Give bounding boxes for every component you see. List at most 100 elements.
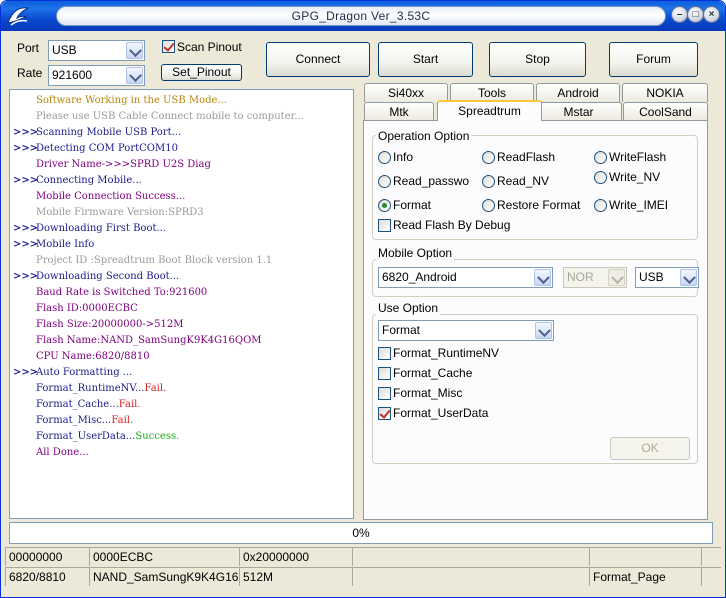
status-cell: 00000000 [5,547,89,566]
chevron-down-icon [608,269,625,286]
radio-info[interactable] [378,151,391,164]
status-cell: Format_Page [589,567,701,586]
radio-readflash-label: ReadFlash [497,150,556,164]
mobile-model-select[interactable]: 6820_Android [378,267,553,288]
log-line-prefix: >>> [13,175,39,186]
log-line-text: Connecting Mobile... [36,175,142,186]
start-button[interactable]: Start [378,42,473,77]
progress-text: 0% [352,526,370,540]
log-line-text: Auto Formatting ... [36,367,132,378]
format-misc-checkbox[interactable] [378,387,391,400]
dragon-logo-icon [7,7,30,26]
log-line-prefix: >>> [13,143,39,154]
log-line-prefix: >>> [13,239,39,250]
format-userdata-checkbox[interactable] [378,407,391,420]
status-cell: NAND_SamSungK9K4G16Q( [89,567,239,586]
log-line-text: All Done... [36,447,89,458]
radio-write-imei[interactable] [594,199,607,212]
log-line-text: Please use USB Cable Connect mobile to c… [36,111,304,122]
log-line-message: Mobile Info [36,239,95,250]
log-line-result: Fail. [118,399,141,410]
port-select[interactable]: USB [48,40,145,61]
log-line-text: Flash Name:NAND_SamSungK9K4G16QOM [36,335,262,346]
maximize-button[interactable]: □ [687,6,704,23]
chevron-down-icon[interactable] [680,269,697,286]
log-line-result: Success. [135,431,180,442]
log-line-text: Format_Misc...Fail. [36,415,133,426]
radio-format[interactable] [378,199,391,212]
format-cache-checkbox[interactable] [378,367,391,380]
log-line-message: Flash Size:20000000->512M [36,319,184,330]
scan-pinout-checkbox[interactable] [162,40,175,53]
log-line-text: Mobile Firmware Version:SPRD3 [36,207,204,218]
log-line-text: CPU Name:6820/8810 [36,351,150,362]
read-flash-by-debug-label: Read Flash By Debug [393,218,511,232]
radio-info-label: Info [393,150,414,164]
stop-button[interactable]: Stop [489,42,586,77]
tab-mstar[interactable]: Mstar [535,102,622,120]
log-line-message: Scanning Mobile USB Port... [36,127,182,138]
log-line-message: Format_Cache... [36,399,119,410]
log-line-text: Downloading First Boot... [36,223,166,234]
status-row-1: 00000000 0000ECBC 0x20000000 [5,547,721,566]
log-line-result: Fail. [144,383,167,394]
status-row-2: 6820/8810 NAND_SamSungK9K4G16Q( 512M For… [5,567,721,586]
use-mode-select[interactable]: Format [378,320,554,341]
radio-read-password[interactable] [378,175,391,188]
log-line-message: Driver Name->>>SPRD U2S Diag [36,159,211,170]
log-line-message: Downloading First Boot... [36,223,167,234]
status-cell: 6820/8810 [5,567,89,586]
status-cell [701,547,721,566]
status-cell [589,547,701,566]
tab-nokia[interactable]: NOKIA [622,83,708,102]
connect-button[interactable]: Connect [266,42,370,77]
format-runtimenv-checkbox[interactable] [378,347,391,360]
log-line-message: Downloading Second Boot... [36,271,180,282]
log-line-message: Format_Misc... [36,415,112,426]
use-mode-value: Format [382,323,421,337]
chevron-down-icon[interactable] [126,67,143,84]
log-line-message: Format_RuntimeNV... [36,383,145,394]
log-line-message: Software Working in the USB Mode... [36,95,227,106]
radio-restore-format[interactable] [482,199,495,212]
log-line-result: Fail. [111,415,134,426]
tab-coolsand[interactable]: CoolSand [623,102,708,120]
set-pinout-button[interactable]: Set_Pinout [161,64,242,81]
tab-spreadtrum[interactable]: Spreadtrum [437,100,542,121]
status-cell: 512M [239,567,352,586]
log-line-text: Project ID :Spreadtrum Boot Block versio… [36,255,272,266]
radio-writeflash-label: WriteFlash [609,150,667,164]
chevron-down-icon[interactable] [126,42,143,59]
log-line-message: Detecting COM PortCOM10 [36,143,178,154]
tab-android[interactable]: Android [536,83,620,102]
log-output[interactable]: Software Working in the USB Mode... Pleas… [9,89,354,519]
radio-writeflash[interactable] [594,151,607,164]
log-line-prefix: >>> [13,367,39,378]
operation-option-legend: Operation Option [376,129,472,143]
interface-select[interactable]: USB [635,267,699,288]
radio-format-label: Format [393,198,432,212]
chevron-down-icon[interactable] [535,322,552,339]
mobile-option-legend: Mobile Option [376,246,455,260]
port-label: Port [17,41,40,55]
chevron-down-icon[interactable] [534,269,551,286]
radio-write-nv[interactable] [594,171,607,184]
tab-si40xx[interactable]: Si40xx [364,83,448,102]
tab-mtk[interactable]: Mtk [364,102,434,120]
read-flash-by-debug-checkbox[interactable] [378,219,391,232]
close-button[interactable]: × [703,6,720,23]
radio-read-nv[interactable] [482,175,495,188]
radio-read-nv-label: Read_NV [497,174,550,188]
log-line-message: Flash Name:NAND_SamSungK9K4G16QOM [36,335,262,346]
format-misc-label: Format_Misc [393,386,463,400]
log-line-message: Flash ID:0000ECBC [36,303,138,314]
status-cell [352,547,589,566]
log-line-message: CPU Name:6820/8810 [36,351,150,362]
rate-select[interactable]: 921600 [48,65,145,86]
log-line-prefix: >>> [13,271,39,282]
log-line-text: Driver Name->>>SPRD U2S Diag [36,159,211,170]
minimize-button[interactable]: – [671,6,688,23]
radio-readflash[interactable] [482,151,495,164]
forum-button[interactable]: Forum [609,42,698,77]
ok-button: OK [610,437,690,460]
